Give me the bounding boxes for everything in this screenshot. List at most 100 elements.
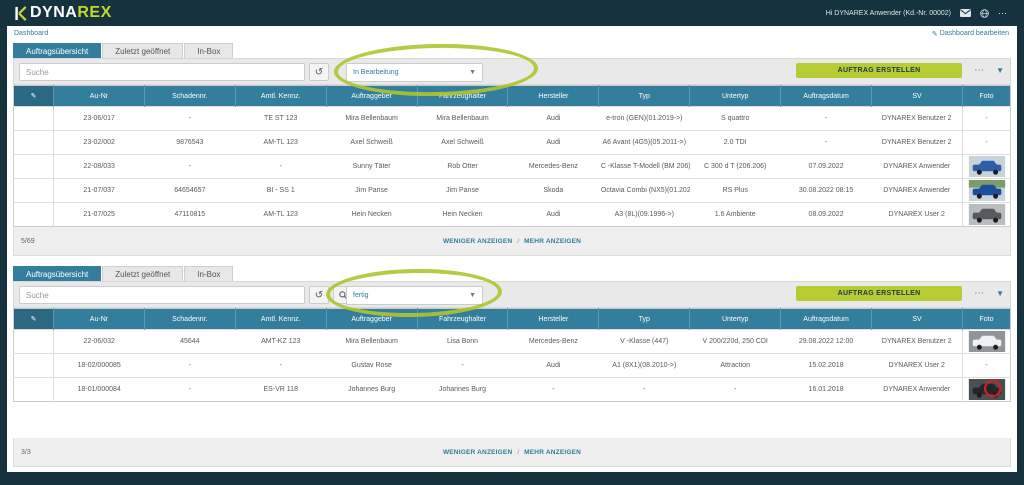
table-cell: -: [235, 155, 326, 179]
column-header[interactable]: Auftragsdatum: [781, 86, 872, 107]
column-header[interactable]: Hersteller: [508, 309, 599, 330]
widget-footer: 3/3 WENIGER ANZEIGEN/MEHR ANZEIGEN: [13, 438, 1011, 467]
table-cell: Jim Panse: [326, 179, 417, 203]
table-cell: DYNAREX Benutzer 2: [872, 131, 963, 155]
tab-zuletzt-geoeffnet[interactable]: Zuletzt geöffnet: [102, 266, 183, 281]
column-header[interactable]: Amtl. Kennz.: [235, 86, 326, 107]
table-cell: -: [690, 378, 781, 402]
table-cell: -: [144, 107, 235, 131]
create-order-button[interactable]: AUFTRAG ERSTELLEN: [796, 286, 962, 301]
more-actions-icon[interactable]: ⋯: [974, 289, 984, 299]
vehicle-photo: [968, 180, 1006, 201]
show-more-link[interactable]: MEHR ANZEIGEN: [524, 449, 581, 456]
edit-column-header: ✎: [14, 309, 54, 330]
column-header[interactable]: Foto: [963, 86, 1011, 107]
column-header[interactable]: Typ: [599, 86, 690, 107]
column-header[interactable]: SV: [872, 309, 963, 330]
table-cell: ES-VR 118: [235, 378, 326, 402]
table-cell: e-tron (GEN)(01.2019->): [599, 107, 690, 131]
table-cell: BI - SS 1: [235, 179, 326, 203]
photo-cell: [963, 155, 1011, 179]
table-row[interactable]: 23-02/0029876543AM-TL 123Axel SchweißAxe…: [14, 131, 1011, 155]
column-header[interactable]: Typ: [599, 309, 690, 330]
globe-icon[interactable]: [980, 9, 989, 18]
column-header[interactable]: Schadennr.: [144, 309, 235, 330]
column-header[interactable]: Au-Nr: [54, 309, 145, 330]
create-order-button[interactable]: AUFTRAG ERSTELLEN: [796, 63, 962, 78]
table-cell: 23-06/017: [54, 107, 145, 131]
table-cell: Mercedes-Benz: [508, 330, 599, 354]
column-header[interactable]: Untertyp: [690, 86, 781, 107]
row-edit-cell: [14, 378, 54, 402]
pencil-icon: ✎: [932, 30, 938, 38]
table-cell: AM-TL 123: [235, 203, 326, 227]
search-input[interactable]: [19, 286, 305, 304]
table-cell: C -Klasse T-Modell (BM 206)...: [599, 155, 690, 179]
table-row[interactable]: 22-08/033--Sunny TäterRob OtterMercedes-…: [14, 155, 1011, 179]
more-options-icon[interactable]: ⋯: [998, 9, 1007, 18]
table-cell: 45644: [144, 330, 235, 354]
table-cell: DYNAREX User 2: [872, 354, 963, 378]
status-filter-dropdown[interactable]: fertig ▼: [346, 286, 483, 305]
show-less-link[interactable]: WENIGER ANZEIGEN: [443, 238, 512, 245]
column-header[interactable]: Auftraggeber: [326, 309, 417, 330]
show-more-link[interactable]: MEHR ANZEIGEN: [524, 238, 581, 245]
reset-search-button[interactable]: ↺: [309, 286, 329, 304]
column-header[interactable]: Foto: [963, 309, 1011, 330]
table-row[interactable]: 21-07/03764654657BI - SS 1Jim PanseJim P…: [14, 179, 1011, 203]
column-header[interactable]: Untertyp: [690, 309, 781, 330]
tab-auftragsuebersicht[interactable]: Auftragsübersicht: [13, 43, 101, 58]
breadcrumb[interactable]: Dashboard: [14, 30, 48, 37]
no-photo: -: [985, 115, 987, 122]
column-header[interactable]: Au-Nr: [54, 86, 145, 107]
photo-cell: [963, 378, 1011, 402]
more-actions-icon[interactable]: ⋯: [974, 66, 984, 76]
orders-table-wrap: ✎ Au-Nr Schadennr. Amtl. Kennz. Auftragg…: [13, 85, 1011, 227]
table-cell: V -Klasse (447): [599, 330, 690, 354]
table-cell: DYNAREX Anwender: [872, 378, 963, 402]
table-row[interactable]: 23-06/017-TE ST 123Mira BellenbaumMira B…: [14, 107, 1011, 131]
table-cell: A1 (8X1)(08.2010->): [599, 354, 690, 378]
table-cell: Attraction: [690, 354, 781, 378]
table-cell: -: [144, 378, 235, 402]
app-window: DYNAREX Hi DYNAREX Anwender (Kd.-Nr. 000…: [7, 0, 1017, 472]
tab-in-box[interactable]: In-Box: [184, 43, 233, 58]
mail-icon[interactable]: [960, 9, 971, 17]
column-header[interactable]: Fahrzeughalter: [417, 86, 508, 107]
show-less-link[interactable]: WENIGER ANZEIGEN: [443, 449, 512, 456]
table-header-row: ✎ Au-Nr Schadennr. Amtl. Kennz. Auftragg…: [14, 309, 1011, 330]
status-filter-dropdown[interactable]: In Bearbeitung ▼: [346, 63, 483, 82]
column-header[interactable]: Schadennr.: [144, 86, 235, 107]
tab-zuletzt-geoeffnet[interactable]: Zuletzt geöffnet: [102, 43, 183, 58]
reset-search-button[interactable]: ↺: [309, 63, 329, 81]
table-row[interactable]: 18-01/000084-ES-VR 118Johannes BurgJohan…: [14, 378, 1011, 402]
tab-auftragsuebersicht[interactable]: Auftragsübersicht: [13, 266, 101, 281]
column-header[interactable]: Auftraggeber: [326, 86, 417, 107]
pencil-icon: ✎: [31, 93, 37, 100]
chevron-down-icon: ▼: [469, 69, 476, 76]
table-cell: A3 (8L)(09.1996->): [599, 203, 690, 227]
table-cell: Mira Bellenbaum: [417, 107, 508, 131]
table-cell: Mira Bellenbaum: [326, 107, 417, 131]
user-greeting: Hi DYNAREX Anwender (Kd.-Nr. 00002): [826, 10, 951, 17]
edit-dashboard-link[interactable]: ✎Dashboard bearbeiten: [932, 30, 1009, 38]
column-header[interactable]: Auftragsdatum: [781, 309, 872, 330]
table-row[interactable]: 22-06/03245644AMT-KZ 123Mira BellenbaumL…: [14, 330, 1011, 354]
column-header[interactable]: Fahrzeughalter: [417, 309, 508, 330]
collapse-widget-icon[interactable]: ▼: [996, 67, 1004, 75]
tab-in-box[interactable]: In-Box: [184, 266, 233, 281]
table-row[interactable]: 21-07/02547110815AM-TL 123Hein NeckenHei…: [14, 203, 1011, 227]
status-filter-value: In Bearbeitung: [353, 69, 399, 76]
widget-tabs: Auftragsübersicht Zuletzt geöffnet In-Bo…: [13, 266, 1011, 281]
table-header-row: ✎ Au-Nr Schadennr. Amtl. Kennz. Auftragg…: [14, 86, 1011, 107]
vehicle-photo: [968, 204, 1006, 225]
widget-toolbar: ↺ In Bearbeitung ▼ AUFTRAG ERSTELLEN ⋯ ▼: [13, 58, 1011, 85]
column-header[interactable]: Hersteller: [508, 86, 599, 107]
collapse-widget-icon[interactable]: ▼: [996, 290, 1004, 298]
widget-tabs: Auftragsübersicht Zuletzt geöffnet In-Bo…: [13, 43, 1011, 58]
search-input[interactable]: [19, 63, 305, 81]
table-cell: Audi: [508, 107, 599, 131]
column-header[interactable]: SV: [872, 86, 963, 107]
column-header[interactable]: Amtl. Kennz.: [235, 309, 326, 330]
table-row[interactable]: 18-02/000085--Gustav Rose-AudiA1 (8X1)(0…: [14, 354, 1011, 378]
